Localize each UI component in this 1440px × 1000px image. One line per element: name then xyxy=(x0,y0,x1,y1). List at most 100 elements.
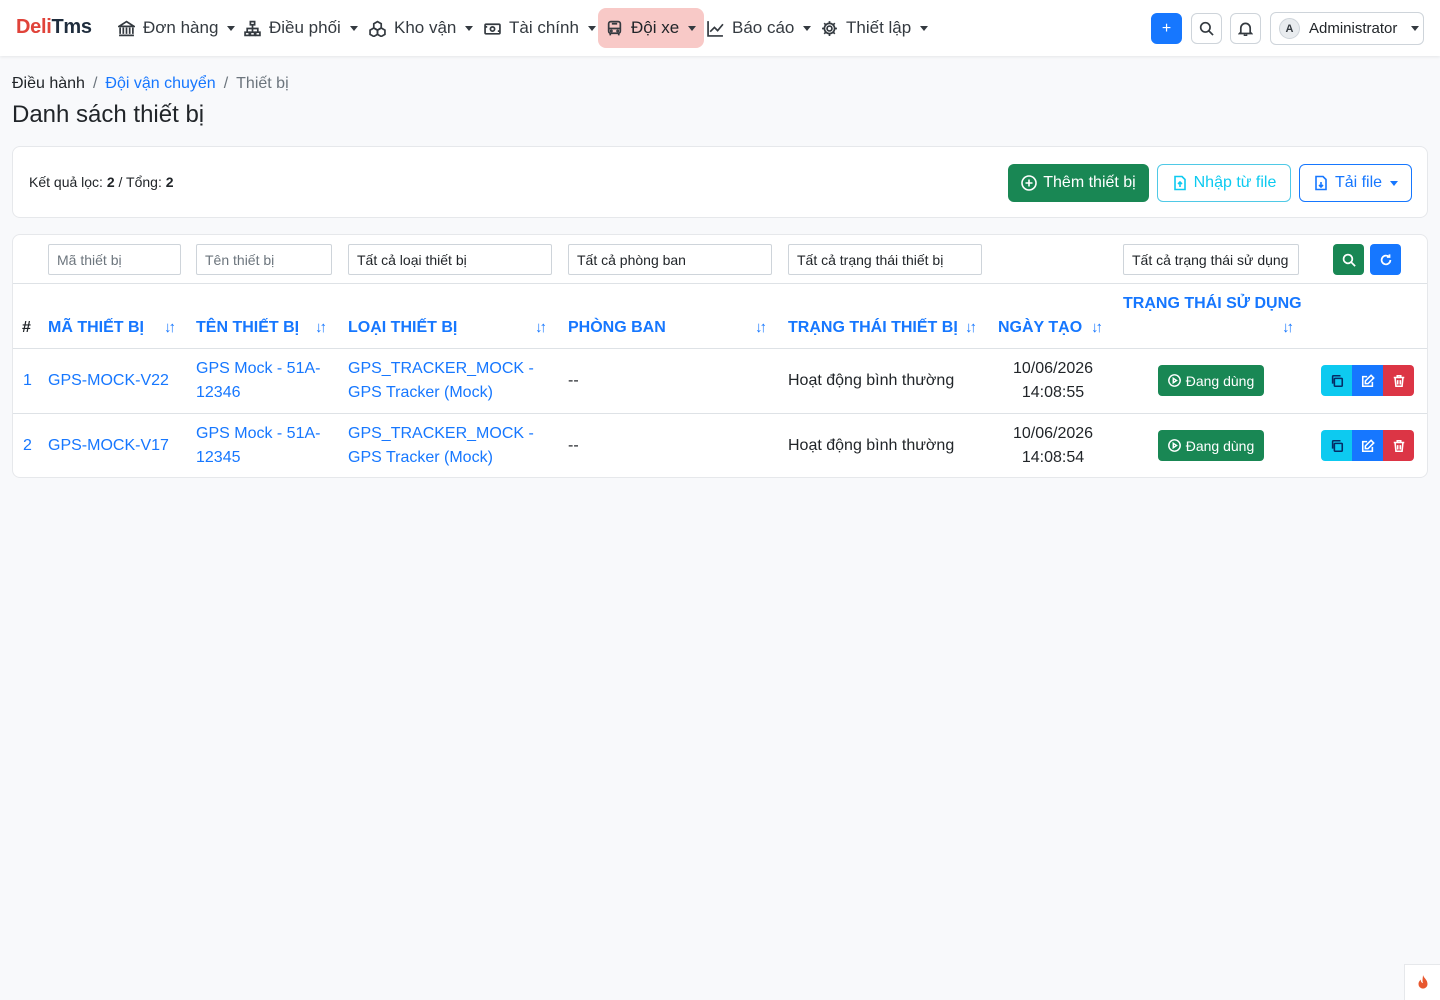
created-time: 14:08:54 xyxy=(1021,449,1085,466)
header-status[interactable]: TRẠNG THÁI THIẾT BỊ xyxy=(788,319,958,337)
notifications-button[interactable] xyxy=(1230,13,1261,44)
file-download-icon xyxy=(1315,175,1327,191)
sort-status-icon[interactable]: ↓↑ xyxy=(965,319,977,336)
header-name[interactable]: TÊN THIẾT BỊ xyxy=(196,319,299,337)
device-type-link[interactable]: GPS_TRACKER_MOCK - GPS Tracker (Mock) xyxy=(348,357,548,405)
header-dept[interactable]: PHÒNG BAN xyxy=(568,319,666,337)
caret-down-icon xyxy=(227,25,236,31)
device-dept: -- xyxy=(568,372,579,389)
chart-icon xyxy=(707,20,724,37)
debug-toolbar-button[interactable] xyxy=(1404,964,1440,1000)
plus-circle-icon xyxy=(1021,175,1038,191)
breadcrumb-parent-link[interactable]: Đội vận chuyển xyxy=(105,75,215,93)
page-title: Danh sách thiết bị xyxy=(12,101,205,128)
sort-name-icon[interactable]: ↓↑ xyxy=(315,319,327,336)
search-button[interactable] xyxy=(1191,13,1222,44)
copy-button[interactable] xyxy=(1321,365,1352,396)
diagram-icon xyxy=(244,20,261,36)
usage-filter-select[interactable]: Tất cả trạng thái sử dụng xyxy=(1123,244,1299,275)
dept-filter-select[interactable]: Tất cả phòng ban xyxy=(568,244,772,275)
header-code[interactable]: MÃ THIẾT BỊ xyxy=(48,319,144,337)
user-menu-button[interactable]: A Administrator xyxy=(1270,12,1424,45)
nav-item-reports[interactable]: Báo cáo xyxy=(699,8,819,48)
header-index: # xyxy=(22,319,31,336)
user-name: Administrator xyxy=(1309,20,1398,37)
device-name-link[interactable]: GPS Mock - 51A- 12346 xyxy=(196,357,341,405)
device-name-link[interactable]: GPS Mock - 51A- 12345 xyxy=(196,422,341,470)
sort-usage-icon[interactable]: ↓↑ xyxy=(1282,319,1294,336)
quick-add-button[interactable]: + xyxy=(1151,13,1182,44)
device-name-line: GPS Mock - 51A- xyxy=(196,360,321,377)
device-type-line: GPS_TRACKER_MOCK - xyxy=(348,360,534,377)
nav-item-dispatch[interactable]: Điều phối xyxy=(236,8,366,48)
flame-icon xyxy=(1418,974,1427,989)
usage-label: Đang dùng xyxy=(1185,372,1255,389)
header-type[interactable]: LOẠI THIẾT BỊ xyxy=(348,319,457,337)
caret-down-icon xyxy=(1411,26,1420,31)
edit-button[interactable] xyxy=(1352,365,1383,396)
nav-label-orders: Đơn hàng xyxy=(143,18,219,37)
breadcrumb-home[interactable]: Điều hành xyxy=(12,75,85,93)
device-table: Mã thiết bị Tên thiết bị Tất cả loại thi… xyxy=(12,234,1428,478)
nav-label-settings: Thiết lập xyxy=(846,18,912,37)
created-date: 10/06/2026 xyxy=(1012,360,1094,377)
cash-icon xyxy=(484,22,501,35)
created-datetime: 10/06/2026 14:08:54 xyxy=(998,422,1108,470)
import-file-button[interactable]: Nhập từ file xyxy=(1157,164,1291,202)
nav-item-warehouse[interactable]: Kho vận xyxy=(361,8,481,48)
import-file-label: Nhập từ file xyxy=(1193,174,1277,191)
sort-code-icon[interactable]: ↓↑ xyxy=(164,319,176,336)
copy-button[interactable] xyxy=(1321,430,1352,461)
add-device-button[interactable]: Thêm thiết bị xyxy=(1008,164,1149,202)
sort-dept-icon[interactable]: ↓↑ xyxy=(755,319,767,336)
reset-filter-button[interactable] xyxy=(1370,244,1401,275)
status-filter-select[interactable]: Tất cả trạng thái thiết bị xyxy=(788,244,982,275)
status-badge: Đang dùng xyxy=(1158,365,1264,396)
apply-filter-button[interactable] xyxy=(1333,244,1364,275)
total-label: Tổng: xyxy=(126,174,162,190)
divider xyxy=(13,413,1427,414)
nav-item-finance[interactable]: Tài chính xyxy=(476,8,604,48)
caret-down-icon xyxy=(1390,180,1399,186)
code-filter-input[interactable]: Mã thiết bị xyxy=(48,244,181,275)
bank-icon xyxy=(118,20,135,36)
bus-icon xyxy=(607,20,622,35)
device-code-link[interactable]: GPS-MOCK-V17 xyxy=(48,434,169,458)
header-created[interactable]: NGÀY TẠO xyxy=(998,319,1082,337)
count-separator: / xyxy=(118,174,123,190)
nav-label-warehouse: Kho vận xyxy=(394,18,457,37)
nav-label-dispatch: Điều phối xyxy=(269,18,341,37)
delete-button[interactable] xyxy=(1383,430,1414,461)
nav-item-orders[interactable]: Đơn hàng xyxy=(110,8,243,48)
row-index: 2 xyxy=(23,437,32,454)
edit-icon xyxy=(1361,438,1375,452)
device-code-link[interactable]: GPS-MOCK-V22 xyxy=(48,369,169,393)
name-filter-input[interactable]: Tên thiết bị xyxy=(196,244,332,275)
nav-label-fleet: Đội xe xyxy=(631,18,680,37)
device-type-line: GPS_TRACKER_MOCK - xyxy=(348,425,534,442)
delete-button[interactable] xyxy=(1383,365,1414,396)
nav-item-fleet[interactable]: Đội xe xyxy=(598,8,705,48)
breadcrumb-separator: / xyxy=(223,75,229,92)
nav-label-reports: Báo cáo xyxy=(732,18,795,37)
brand-logo[interactable]: DeliTms xyxy=(16,16,92,39)
header-usage[interactable]: TRẠNG THÁI SỬ DỤNG xyxy=(1123,295,1302,313)
device-name-line: 12346 xyxy=(196,384,241,401)
sort-type-icon[interactable]: ↓↑ xyxy=(535,319,547,336)
device-type-link[interactable]: GPS_TRACKER_MOCK - GPS Tracker (Mock) xyxy=(348,422,548,470)
edit-icon xyxy=(1361,373,1375,387)
search-icon xyxy=(1342,253,1356,267)
status-badge: Đang dùng xyxy=(1158,430,1264,461)
bell-icon xyxy=(1238,22,1253,36)
nav-item-settings[interactable]: Thiết lập xyxy=(813,8,936,48)
sort-created-icon[interactable]: ↓↑ xyxy=(1091,319,1103,336)
search-icon xyxy=(1199,21,1214,36)
brand-part-1: Deli xyxy=(16,16,52,38)
avatar: A xyxy=(1279,18,1300,39)
result-summary: Kết quả lọc: 2 / Tổng: 2 xyxy=(29,174,174,190)
type-filter-select[interactable]: Tất cả loại thiết bị xyxy=(348,244,552,275)
device-type-line: GPS Tracker (Mock) xyxy=(348,384,493,401)
edit-button[interactable] xyxy=(1352,430,1383,461)
download-file-dropdown[interactable]: Tải file xyxy=(1299,164,1412,202)
plus-icon: + xyxy=(1161,19,1172,37)
